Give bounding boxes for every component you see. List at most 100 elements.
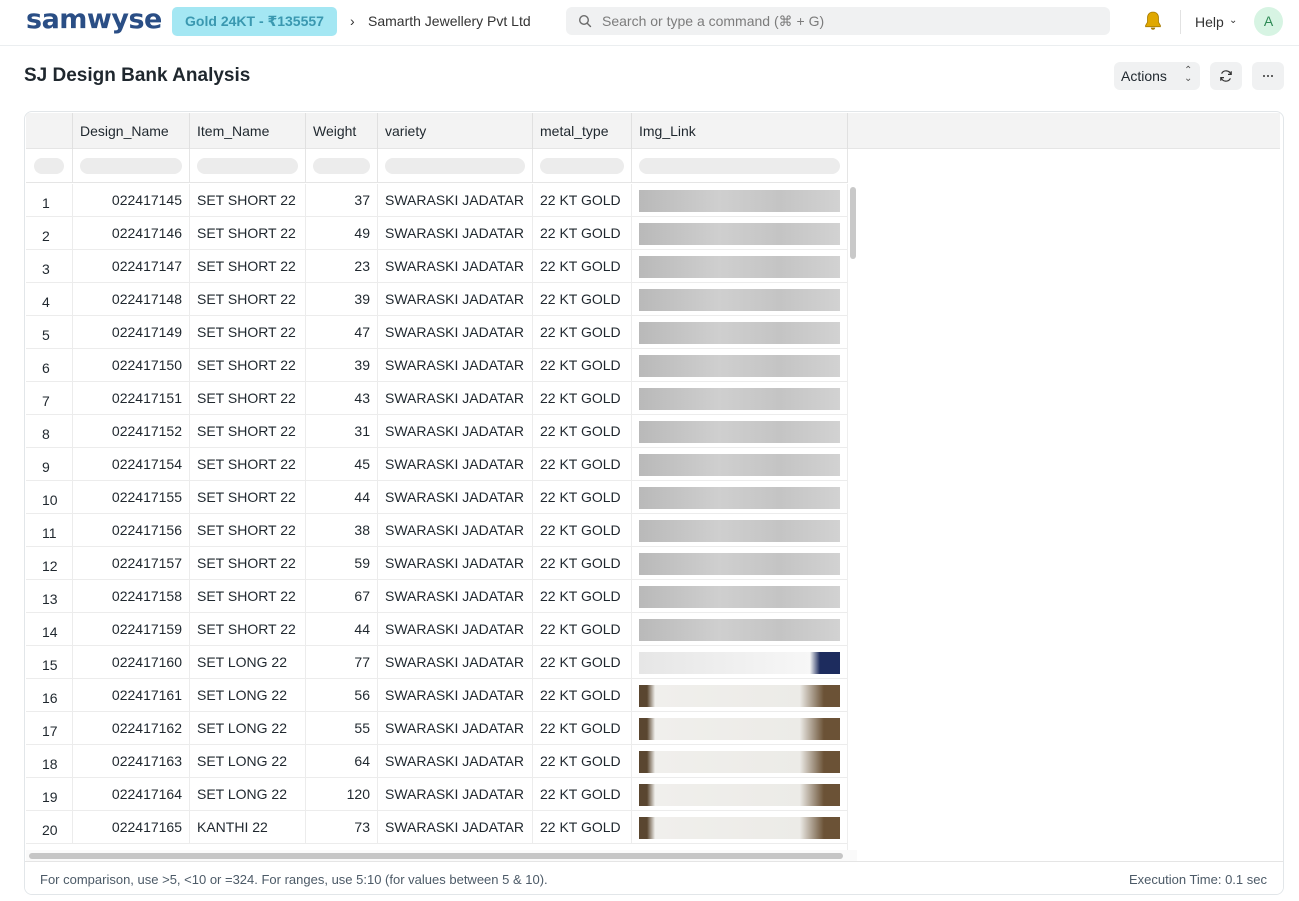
cell-metal-type[interactable]: 22 KT GOLD bbox=[533, 613, 632, 646]
cell-weight[interactable]: 44 bbox=[306, 613, 378, 646]
jewellery-thumbnail-image[interactable] bbox=[639, 751, 840, 773]
breadcrumb-company[interactable]: Samarth Jewellery Pvt Ltd bbox=[368, 13, 531, 29]
cell-variety[interactable]: SWARASKI JADATAR bbox=[378, 283, 533, 316]
horizontal-scrollbar-thumb[interactable] bbox=[29, 853, 843, 859]
vertical-scrollbar-thumb[interactable] bbox=[850, 187, 856, 259]
table-row[interactable]: 19 022417164 SET LONG 22 120 SWARASKI JADATA… bbox=[26, 778, 848, 811]
jewellery-thumbnail-image[interactable] bbox=[639, 487, 840, 509]
cell-design-name[interactable]: 022417149 bbox=[73, 316, 190, 349]
cell-variety[interactable]: SWARASKI JADATAR bbox=[378, 349, 533, 382]
cell-item-name[interactable]: SET SHORT 22 bbox=[190, 382, 306, 415]
cell-img-link[interactable] bbox=[632, 184, 848, 217]
cell-metal-type[interactable]: 22 KT GOLD bbox=[533, 382, 632, 415]
table-row[interactable]: 11 022417156 SET SHORT 22 38 SWARASKI JADATA… bbox=[26, 514, 848, 547]
cell-metal-type[interactable]: 22 KT GOLD bbox=[533, 646, 632, 679]
cell-img-link[interactable] bbox=[632, 547, 848, 580]
cell-weight[interactable]: 49 bbox=[306, 217, 378, 250]
cell-variety[interactable]: SWARASKI JADATAR bbox=[378, 646, 533, 679]
cell-metal-type[interactable]: 22 KT GOLD bbox=[533, 547, 632, 580]
filter-input-weight[interactable] bbox=[306, 149, 378, 183]
cell-variety[interactable]: SWARASKI JADATAR bbox=[378, 448, 533, 481]
filter-input-design-name[interactable] bbox=[73, 149, 190, 183]
column-header-metal-type[interactable]: metal_type bbox=[533, 113, 632, 149]
cell-variety[interactable]: SWARASKI JADATAR bbox=[378, 712, 533, 745]
table-row[interactable]: 10 022417155 SET SHORT 22 44 SWARASKI JADATA… bbox=[26, 481, 848, 514]
cell-design-name[interactable]: 022417154 bbox=[73, 448, 190, 481]
cell-img-link[interactable] bbox=[632, 382, 848, 415]
cell-img-link[interactable] bbox=[632, 448, 848, 481]
cell-metal-type[interactable]: 22 KT GOLD bbox=[533, 349, 632, 382]
column-header-variety[interactable]: variety bbox=[378, 113, 533, 149]
jewellery-thumbnail-image[interactable] bbox=[639, 223, 840, 245]
cell-weight[interactable]: 55 bbox=[306, 712, 378, 745]
cell-img-link[interactable] bbox=[632, 349, 848, 382]
cell-weight[interactable]: 59 bbox=[306, 547, 378, 580]
gold-rate-badge[interactable]: Gold 24KT - ₹135557 bbox=[172, 7, 337, 36]
column-header-design-name[interactable]: Design_Name bbox=[73, 113, 190, 149]
help-menu[interactable]: Help bbox=[1195, 14, 1224, 30]
cell-variety[interactable]: SWARASKI JADATAR bbox=[378, 415, 533, 448]
cell-item-name[interactable]: SET SHORT 22 bbox=[190, 514, 306, 547]
cell-item-name[interactable]: SET LONG 22 bbox=[190, 679, 306, 712]
cell-metal-type[interactable]: 22 KT GOLD bbox=[533, 811, 632, 844]
avatar[interactable]: A bbox=[1254, 7, 1283, 36]
cell-img-link[interactable] bbox=[632, 745, 848, 778]
cell-metal-type[interactable]: 22 KT GOLD bbox=[533, 184, 632, 217]
table-row[interactable]: 7 022417151 SET SHORT 22 43 SWARASKI JADATAR… bbox=[26, 382, 848, 415]
cell-item-name[interactable]: SET SHORT 22 bbox=[190, 547, 306, 580]
cell-img-link[interactable] bbox=[632, 250, 848, 283]
cell-item-name[interactable]: SET LONG 22 bbox=[190, 712, 306, 745]
cell-weight[interactable]: 120 bbox=[306, 778, 378, 811]
cell-variety[interactable]: SWARASKI JADATAR bbox=[378, 184, 533, 217]
cell-item-name[interactable]: SET SHORT 22 bbox=[190, 415, 306, 448]
cell-design-name[interactable]: 022417151 bbox=[73, 382, 190, 415]
search-bar[interactable]: Search or type a command (⌘ + G) bbox=[566, 7, 1110, 35]
jewellery-thumbnail-image[interactable] bbox=[639, 652, 840, 674]
cell-variety[interactable]: SWARASKI JADATAR bbox=[378, 547, 533, 580]
cell-weight[interactable]: 43 bbox=[306, 382, 378, 415]
cell-design-name[interactable]: 022417150 bbox=[73, 349, 190, 382]
column-header-item-name[interactable]: Item_Name bbox=[190, 113, 306, 149]
cell-img-link[interactable] bbox=[632, 481, 848, 514]
jewellery-thumbnail-image[interactable] bbox=[639, 190, 840, 212]
cell-weight[interactable]: 45 bbox=[306, 448, 378, 481]
cell-metal-type[interactable]: 22 KT GOLD bbox=[533, 679, 632, 712]
jewellery-thumbnail-image[interactable] bbox=[639, 553, 840, 575]
table-row[interactable]: 1 022417145 SET SHORT 22 37 SWARASKI JADATAR… bbox=[26, 184, 848, 217]
cell-design-name[interactable]: 022417162 bbox=[73, 712, 190, 745]
cell-item-name[interactable]: SET SHORT 22 bbox=[190, 283, 306, 316]
column-header-weight[interactable]: Weight bbox=[306, 113, 378, 149]
jewellery-thumbnail-image[interactable] bbox=[639, 817, 840, 839]
table-row[interactable]: 4 022417148 SET SHORT 22 39 SWARASKI JADATAR… bbox=[26, 283, 848, 316]
cell-metal-type[interactable]: 22 KT GOLD bbox=[533, 481, 632, 514]
table-row[interactable]: 15 022417160 SET LONG 22 77 SWARASKI JADATAR… bbox=[26, 646, 848, 679]
cell-item-name[interactable]: SET SHORT 22 bbox=[190, 613, 306, 646]
cell-metal-type[interactable]: 22 KT GOLD bbox=[533, 745, 632, 778]
cell-design-name[interactable]: 022417165 bbox=[73, 811, 190, 844]
cell-variety[interactable]: SWARASKI JADATAR bbox=[378, 250, 533, 283]
cell-img-link[interactable] bbox=[632, 316, 848, 349]
cell-img-link[interactable] bbox=[632, 679, 848, 712]
cell-design-name[interactable]: 022417161 bbox=[73, 679, 190, 712]
cell-img-link[interactable] bbox=[632, 811, 848, 844]
cell-img-link[interactable] bbox=[632, 778, 848, 811]
cell-weight[interactable]: 77 bbox=[306, 646, 378, 679]
table-row[interactable]: 17 022417162 SET LONG 22 55 SWARASKI JADATAR… bbox=[26, 712, 848, 745]
app-logo[interactable]: samwyse bbox=[26, 4, 162, 35]
cell-metal-type[interactable]: 22 KT GOLD bbox=[533, 415, 632, 448]
cell-img-link[interactable] bbox=[632, 580, 848, 613]
cell-weight[interactable]: 64 bbox=[306, 745, 378, 778]
cell-img-link[interactable] bbox=[632, 217, 848, 250]
cell-item-name[interactable]: SET LONG 22 bbox=[190, 778, 306, 811]
jewellery-thumbnail-image[interactable] bbox=[639, 322, 840, 344]
jewellery-thumbnail-image[interactable] bbox=[639, 421, 840, 443]
jewellery-thumbnail-image[interactable] bbox=[639, 784, 840, 806]
cell-variety[interactable]: SWARASKI JADATAR bbox=[378, 679, 533, 712]
table-row[interactable]: 14 022417159 SET SHORT 22 44 SWARASKI JADATA… bbox=[26, 613, 848, 646]
cell-item-name[interactable]: SET SHORT 22 bbox=[190, 349, 306, 382]
cell-metal-type[interactable]: 22 KT GOLD bbox=[533, 250, 632, 283]
vertical-scrollbar[interactable] bbox=[847, 184, 857, 860]
cell-metal-type[interactable]: 22 KT GOLD bbox=[533, 580, 632, 613]
cell-item-name[interactable]: SET SHORT 22 bbox=[190, 580, 306, 613]
filter-input-item-name[interactable] bbox=[190, 149, 306, 183]
